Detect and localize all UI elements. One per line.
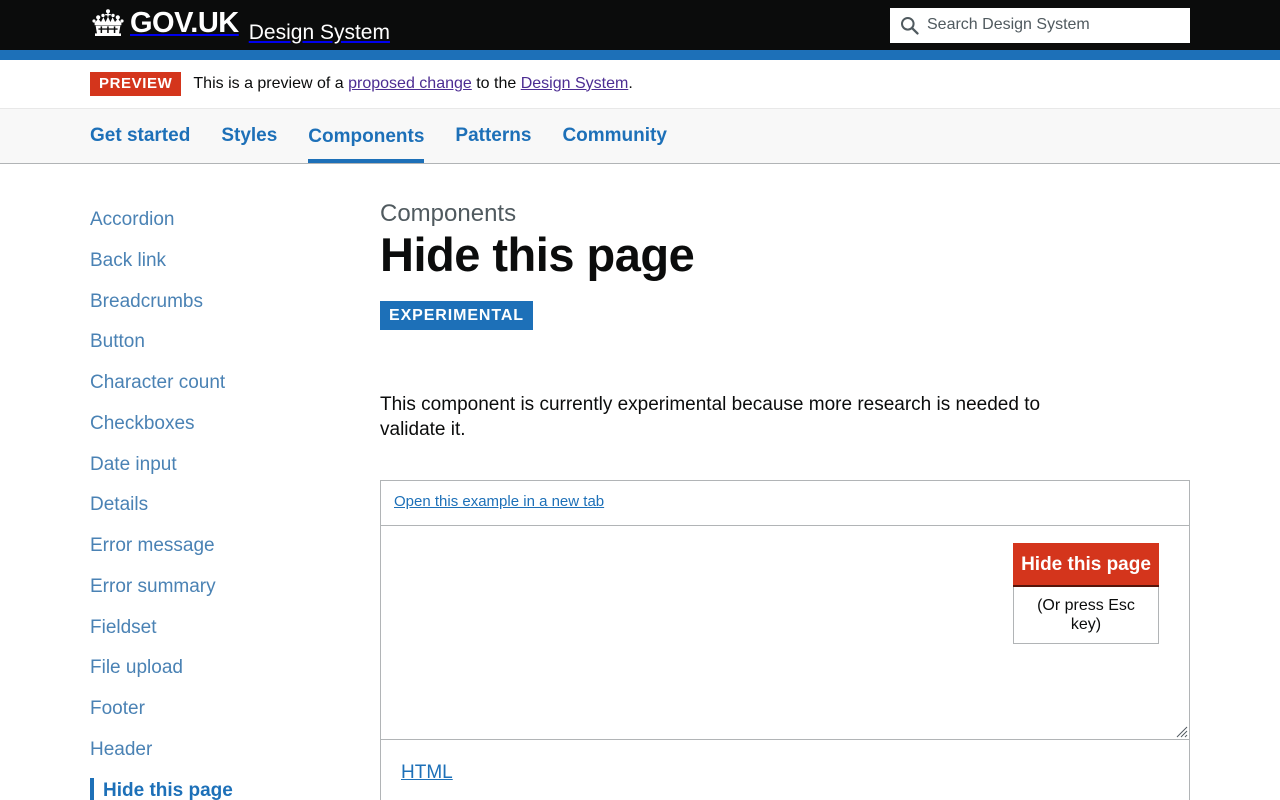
sidebar-item-character-count[interactable]: Character count — [90, 363, 380, 404]
site-header: GOV.UK Design System — [0, 0, 1280, 50]
hide-this-page-hint: (Or press Esc key) — [1013, 586, 1159, 644]
sidebar-item-checkboxes[interactable]: Checkboxes — [90, 404, 380, 445]
preview-tag: PREVIEW — [90, 72, 182, 96]
nav-item-patterns[interactable]: Patterns — [455, 109, 531, 163]
sidebar-item-button[interactable]: Button — [90, 322, 380, 363]
product-name: Design System — [248, 21, 390, 44]
govuk-logotype: GOV.UK — [130, 6, 239, 39]
preview-text-after: . — [628, 74, 633, 92]
sidebar-item-breadcrumbs[interactable]: Breadcrumbs — [90, 282, 380, 323]
sidebar-item-error-message[interactable]: Error message — [90, 526, 380, 567]
example-panel: Open this example in a new tab Hide this… — [380, 479, 1190, 800]
example-preview-frame: Hide this page (Or press Esc key) — [381, 525, 1189, 740]
sidebar-item-accordion[interactable]: Accordion — [90, 200, 380, 241]
govuk-home-link[interactable]: GOV.UK Design System — [90, 7, 390, 43]
preview-text-middle: to the — [476, 74, 517, 92]
proposed-change-link[interactable]: proposed change — [348, 75, 472, 92]
nav-link-community[interactable]: Community — [562, 109, 667, 163]
sidebar-item-details[interactable]: Details — [90, 485, 380, 526]
sidebar-link-footer[interactable]: Footer — [90, 689, 380, 730]
main-content: Components Hide this page EXPERIMENTAL T… — [380, 164, 1190, 800]
sidebar-item-fieldset[interactable]: Fieldset — [90, 608, 380, 649]
search-box[interactable] — [890, 7, 1190, 43]
sidebar-item-file-upload[interactable]: File upload — [90, 648, 380, 689]
sidebar-link-fieldset[interactable]: Fieldset — [90, 608, 380, 649]
sidebar-link-details[interactable]: Details — [90, 485, 380, 526]
open-example-new-tab-link[interactable]: Open this example in a new tab — [394, 493, 604, 510]
hide-this-page-widget: Hide this page (Or press Esc key) — [1013, 542, 1159, 644]
tab-html[interactable]: HTML — [401, 762, 453, 783]
nav-item-components[interactable]: Components — [308, 109, 425, 164]
design-system-link[interactable]: Design System — [521, 75, 629, 92]
sidebar-link-file-upload[interactable]: File upload — [90, 648, 380, 689]
main-navigation: Get started Styles Components Patterns C… — [0, 108, 1280, 164]
sidebar-link-error-message[interactable]: Error message — [90, 526, 380, 567]
sidebar-link-error-summary[interactable]: Error summary — [90, 567, 380, 608]
intro-paragraph: This component is currently experimental… — [380, 393, 1041, 440]
components-sidebar: Accordion Back link Breadcrumbs Button C… — [90, 164, 380, 800]
nav-item-community[interactable]: Community — [562, 109, 667, 163]
header-accent-stripe — [0, 50, 1280, 60]
nav-item-get-started[interactable]: Get started — [90, 109, 190, 163]
sidebar-link-hide-this-page[interactable]: Hide this page — [90, 771, 380, 800]
example-code-tabs: HTML — [381, 740, 1189, 800]
nav-link-patterns[interactable]: Patterns — [455, 109, 531, 163]
page-title: Hide this page — [380, 227, 695, 281]
sidebar-link-date-input[interactable]: Date input — [90, 445, 380, 486]
page-body: Accordion Back link Breadcrumbs Button C… — [0, 164, 1280, 800]
nav-link-components[interactable]: Components — [308, 110, 425, 164]
sidebar-link-back-link[interactable]: Back link — [90, 241, 380, 282]
page-caption: Components — [380, 200, 517, 227]
sidebar-item-error-summary[interactable]: Error summary — [90, 567, 380, 608]
sidebar-link-character-count[interactable]: Character count — [90, 363, 380, 404]
sidebar-item-header[interactable]: Header — [90, 730, 380, 771]
example-panel-header: Open this example in a new tab — [381, 481, 1189, 526]
sidebar-link-checkboxes[interactable]: Checkboxes — [90, 404, 380, 445]
sidebar-link-breadcrumbs[interactable]: Breadcrumbs — [90, 282, 380, 323]
hide-this-page-button[interactable]: Hide this page — [1013, 542, 1159, 587]
search-input[interactable] — [927, 16, 1180, 34]
sidebar-item-hide-this-page[interactable]: Hide this page — [90, 771, 380, 800]
nav-item-styles[interactable]: Styles — [221, 109, 277, 163]
preview-banner-text: This is a preview of a proposed change t… — [193, 74, 632, 95]
search-icon — [900, 16, 919, 35]
preview-banner: PREVIEW This is a preview of a proposed … — [0, 60, 1280, 108]
sidebar-link-header[interactable]: Header — [90, 730, 380, 771]
crown-icon — [90, 7, 126, 39]
status-badge: EXPERIMENTAL — [380, 300, 533, 330]
sidebar-link-accordion[interactable]: Accordion — [90, 200, 380, 241]
main-nav-list: Get started Styles Components Patterns C… — [90, 109, 667, 164]
sidebar-list: Accordion Back link Breadcrumbs Button C… — [90, 200, 380, 800]
sidebar-item-date-input[interactable]: Date input — [90, 445, 380, 486]
nav-link-styles[interactable]: Styles — [221, 109, 277, 163]
preview-text-before: This is a preview of a — [193, 74, 344, 92]
nav-link-get-started[interactable]: Get started — [90, 109, 190, 163]
sidebar-link-button[interactable]: Button — [90, 322, 380, 363]
sidebar-item-footer[interactable]: Footer — [90, 689, 380, 730]
resize-handle-icon[interactable] — [1174, 724, 1188, 738]
sidebar-item-back-link[interactable]: Back link — [90, 241, 380, 282]
